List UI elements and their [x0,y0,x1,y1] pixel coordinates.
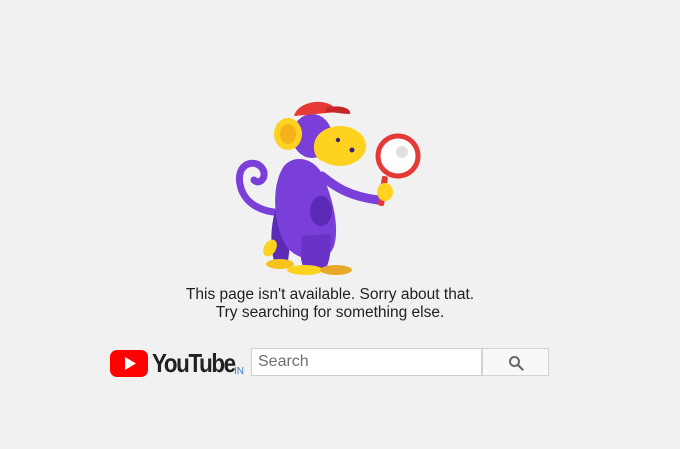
search-icon [509,356,524,371]
youtube-wordmark: YouTube [152,348,236,378]
search-button[interactable] [482,348,549,376]
error-page: This page isn't available. Sorry about t… [0,0,680,449]
error-message-line-2: Try searching for something else. [215,304,445,321]
error-message-line-1: This page isn't available. Sorry about t… [185,286,475,303]
search-input[interactable] [251,348,482,376]
country-code-badge: IN [234,366,244,377]
error-message: This page isn't available. Sorry about t… [0,286,660,322]
youtube-logo-link[interactable]: YouTube IN [109,346,249,380]
monkey-with-magnifier-illustration [235,101,421,275]
youtube-play-icon [110,350,148,377]
